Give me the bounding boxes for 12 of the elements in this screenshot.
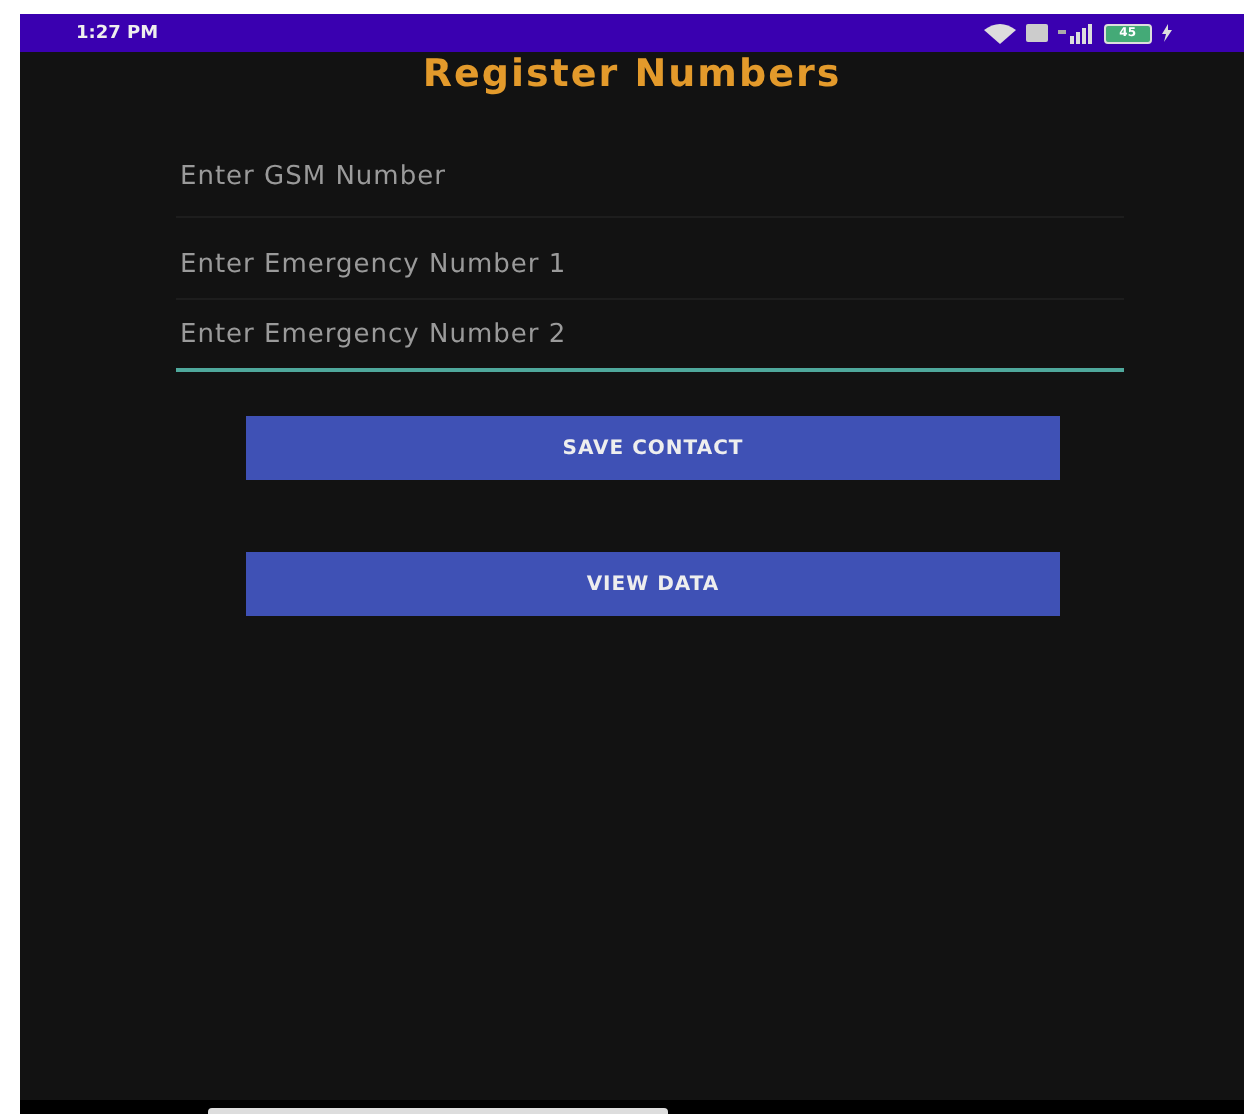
- wifi-icon: [983, 23, 1016, 43]
- charging-icon: [1162, 24, 1172, 42]
- status-time: 1:27 PM: [76, 23, 159, 43]
- action-button[interactable]: VIEW DATA: [246, 552, 1060, 616]
- input-field[interactable]: Enter Emergency Number 2: [176, 300, 1124, 372]
- card-icon: [1025, 24, 1048, 42]
- page-title: Register Numbers: [420, 52, 844, 96]
- input-field[interactable]: Enter Emergency Number 1: [176, 230, 1124, 300]
- signal-icon: [1057, 23, 1094, 43]
- input-field[interactable]: Enter GSM Number: [176, 136, 1124, 218]
- action-button[interactable]: SAVE CONTACT: [246, 416, 1060, 480]
- home-indicator[interactable]: [208, 1108, 668, 1114]
